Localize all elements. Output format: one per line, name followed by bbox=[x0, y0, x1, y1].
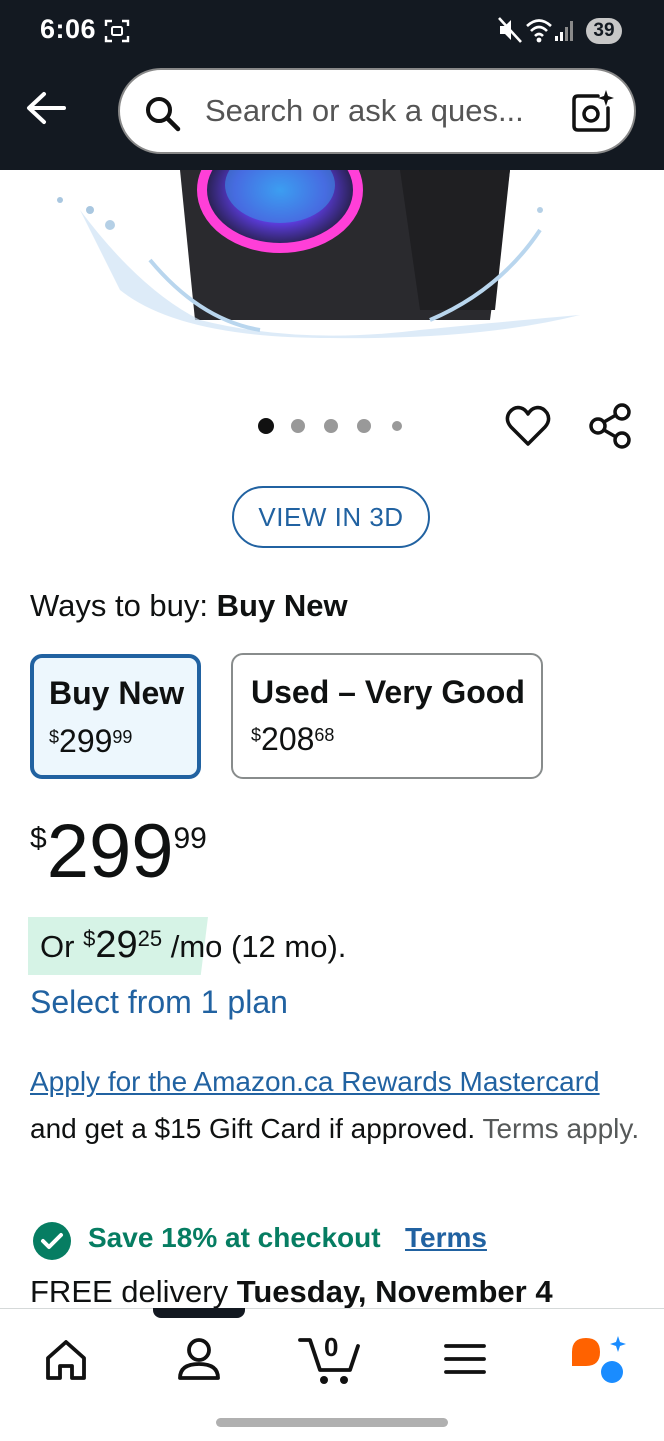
search-icon bbox=[146, 97, 181, 132]
carousel-dot[interactable] bbox=[291, 419, 305, 433]
product-price: $29999 bbox=[30, 809, 207, 894]
wifi-icon bbox=[526, 19, 552, 43]
ways-to-buy-label: Ways to buy: Buy New bbox=[30, 588, 348, 624]
option-price: $29999 bbox=[49, 723, 133, 759]
terms-apply[interactable]: Terms apply. bbox=[482, 1113, 639, 1144]
status-time: 6:06 bbox=[40, 14, 97, 44]
rewards-card-link[interactable]: Apply for the Amazon.ca Rewards Masterca… bbox=[30, 1066, 600, 1098]
savings-terms-link[interactable]: Terms bbox=[405, 1222, 487, 1254]
carousel-dot[interactable] bbox=[392, 421, 402, 431]
option-title: Buy New bbox=[49, 675, 185, 711]
active-tab-indicator bbox=[153, 1308, 245, 1318]
check-circle-icon bbox=[33, 1222, 71, 1260]
back-arrow-icon[interactable] bbox=[24, 88, 68, 128]
buy-option-new[interactable]: Buy New $29999 bbox=[30, 654, 201, 779]
screenshot-icon bbox=[104, 19, 130, 43]
account-icon[interactable] bbox=[176, 1336, 222, 1382]
battery-indicator: 39 bbox=[586, 18, 622, 44]
option-price: $20868 bbox=[251, 721, 335, 757]
buy-option-used[interactable]: Used – Very Good $20868 bbox=[231, 653, 543, 779]
carousel-dot-active[interactable] bbox=[258, 418, 274, 434]
select-plan-link[interactable]: Select from 1 plan bbox=[30, 984, 288, 1021]
installment-text: Or $2925 /mo (12 mo). bbox=[40, 924, 347, 966]
product-image[interactable] bbox=[0, 170, 664, 350]
ways-to-buy-prefix: Ways to buy: bbox=[30, 588, 209, 623]
camera-icon[interactable] bbox=[570, 88, 616, 134]
view-in-3d-button[interactable]: VIEW IN 3D bbox=[232, 486, 430, 548]
signal-icon bbox=[555, 21, 573, 41]
carousel-dot[interactable] bbox=[324, 419, 338, 433]
cart-button[interactable]: 0 bbox=[298, 1330, 362, 1386]
savings-text: Save 18% at checkout bbox=[88, 1222, 381, 1253]
share-icon[interactable] bbox=[588, 402, 634, 450]
ways-to-buy-selected: Buy New bbox=[216, 588, 348, 623]
menu-icon[interactable] bbox=[444, 1342, 486, 1376]
carousel-dot[interactable] bbox=[357, 419, 371, 433]
home-icon[interactable] bbox=[44, 1338, 88, 1382]
rufus-icon[interactable] bbox=[570, 1334, 626, 1384]
card-offer-text: and get a $15 Gift Card if approved. Ter… bbox=[30, 1113, 640, 1144]
heart-icon[interactable] bbox=[505, 404, 551, 448]
option-title: Used – Very Good bbox=[251, 674, 525, 710]
cart-count: 0 bbox=[324, 1332, 339, 1362]
mute-icon bbox=[498, 17, 522, 43]
system-home-indicator[interactable] bbox=[216, 1418, 448, 1427]
delivery-info: FREE delivery Tuesday, November 4 bbox=[30, 1274, 553, 1309]
search-placeholder: Search or ask a ques... bbox=[205, 93, 524, 128]
